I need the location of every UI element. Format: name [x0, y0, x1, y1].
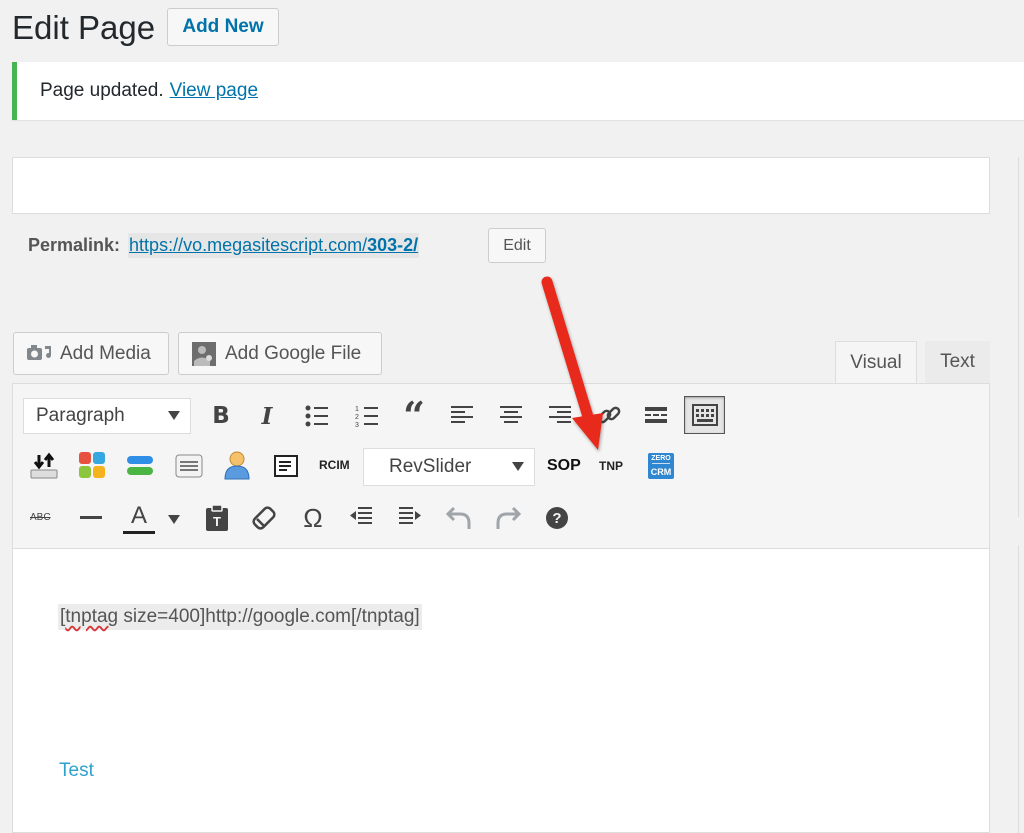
add-media-label: Add Media — [60, 342, 151, 364]
svg-text:2: 2 — [355, 414, 359, 421]
bulleted-list-icon[interactable] — [304, 404, 330, 428]
indent-icon[interactable] — [398, 505, 422, 529]
svg-text:T: T — [213, 514, 221, 529]
google-file-icon — [192, 341, 216, 366]
format-select[interactable]: Paragraph — [23, 398, 191, 434]
tab-text[interactable]: Text — [925, 341, 990, 383]
grid-blocks-icon[interactable] — [78, 451, 106, 479]
blockquote-icon[interactable]: “ — [400, 393, 428, 438]
svg-text:3: 3 — [355, 422, 359, 428]
zero-crm-top: ZERO — [651, 455, 671, 462]
outdent-icon[interactable] — [349, 505, 373, 529]
view-page-link[interactable]: View page — [170, 80, 258, 102]
italic-icon[interactable]: I — [256, 402, 278, 430]
page-title: Edit Page — [12, 9, 156, 46]
format-select-value: Paragraph — [36, 405, 125, 426]
text-color-swatch — [123, 531, 155, 534]
permalink-url-slug: 303-2/ — [367, 235, 419, 255]
shortcode-box-icon[interactable] — [274, 455, 298, 477]
add-google-file-button[interactable]: Add Google File — [178, 332, 382, 375]
upload-download-icon[interactable] — [30, 452, 58, 480]
revslider-select[interactable]: RevSlider — [363, 448, 535, 486]
permalink-label: Permalink: — [28, 235, 121, 255]
chevron-down-icon[interactable] — [168, 515, 180, 524]
sidebar-edge-lower — [1018, 545, 1024, 833]
shortcode-rest: size=400]http://google.com[/tnptag] — [118, 606, 420, 627]
tnp-button[interactable]: TNP — [599, 459, 623, 473]
add-google-file-label: Add Google File — [225, 342, 362, 364]
clear-formatting-icon[interactable] — [252, 504, 278, 532]
bold-icon[interactable]: B — [208, 402, 234, 430]
text-color-button[interactable]: A — [123, 502, 155, 536]
align-left-icon[interactable] — [450, 404, 474, 426]
zero-crm-icon[interactable]: ZERO CRM — [648, 453, 674, 479]
tab-visual[interactable]: Visual — [835, 341, 917, 383]
toolbar-toggle-button[interactable] — [684, 396, 725, 434]
special-character-icon[interactable]: Ω — [300, 503, 326, 533]
layers-icon[interactable] — [126, 454, 154, 478]
user-icon[interactable] — [223, 450, 251, 480]
chevron-down-icon — [168, 411, 180, 420]
permalink-url-prefix: https://vo.megasitescript.com/ — [129, 235, 368, 255]
permalink-url[interactable]: https://vo.megasitescript.com/303-2/ — [128, 233, 420, 258]
media-icon — [27, 344, 52, 360]
keyboard-icon — [691, 404, 718, 426]
shortcode-text: [tnptag size=400]http://google.com[/tnpt… — [58, 604, 422, 630]
add-media-button[interactable]: Add Media — [13, 332, 169, 375]
redo-icon[interactable] — [495, 504, 521, 530]
strikethrough-icon[interactable]: ABC — [30, 512, 51, 523]
read-more-icon[interactable] — [644, 404, 668, 426]
sidebar-edge — [1018, 157, 1024, 517]
shortcode-misspelled: tnptag — [65, 606, 119, 627]
permalink: Permalink: https://vo.megasitescript.com… — [28, 233, 420, 258]
notice-message: Page updated. — [40, 80, 164, 101]
edit-permalink-button[interactable]: Edit — [488, 228, 546, 263]
zero-crm-bottom: CRM — [650, 467, 672, 477]
chevron-down-icon — [512, 462, 524, 471]
undo-icon[interactable] — [446, 504, 472, 530]
update-notice: Page updated. View page — [12, 62, 1024, 120]
form-icon[interactable] — [175, 453, 203, 479]
align-center-icon[interactable] — [499, 404, 523, 426]
add-new-button[interactable]: Add New — [167, 8, 279, 46]
test-link[interactable]: Test — [59, 760, 94, 782]
editor-content[interactable] — [12, 549, 990, 833]
rcim-button[interactable]: RCIM — [319, 458, 350, 472]
svg-text:?: ? — [552, 510, 561, 527]
numbered-list-icon[interactable]: 1 2 3 — [354, 404, 380, 428]
annotation-arrow — [541, 276, 603, 450]
horizontal-line-icon[interactable] — [80, 515, 102, 521]
title-input[interactable] — [12, 157, 990, 214]
help-icon[interactable]: ? — [545, 506, 569, 530]
paste-text-icon[interactable]: T — [204, 504, 230, 532]
text-color-letter: A — [130, 502, 147, 529]
revslider-select-value: RevSlider — [389, 456, 472, 477]
svg-text:1: 1 — [355, 406, 359, 413]
